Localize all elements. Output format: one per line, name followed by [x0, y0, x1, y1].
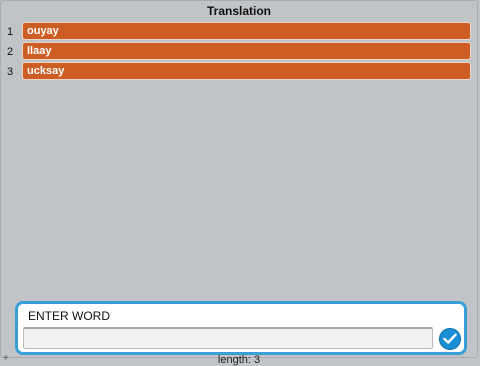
item-value[interactable]: llaay — [22, 42, 471, 60]
item-value[interactable]: ouyay — [22, 22, 471, 40]
list-item: 2 llaay — [1, 42, 477, 62]
list-length: length: 3 — [217, 354, 261, 366]
check-icon[interactable] — [439, 328, 461, 350]
item-index: 3 — [6, 66, 14, 78]
list-items: 1 ouyay 2 llaay 3 ucksay — [1, 22, 477, 82]
item-index: 2 — [6, 46, 14, 58]
ask-prompt: ENTER WORD — [15, 301, 467, 355]
list-item: 1 ouyay — [1, 22, 477, 42]
answer-input[interactable] — [23, 327, 433, 349]
prompt-label: ENTER WORD — [28, 309, 110, 323]
list-monitor: Translation 1 ouyay 2 llaay 3 ucksay ENT… — [0, 0, 478, 366]
list-title: Translation — [206, 4, 271, 18]
item-index: 1 — [6, 26, 14, 38]
list-item: 3 ucksay — [1, 62, 477, 82]
item-value[interactable]: ucksay — [22, 62, 471, 80]
